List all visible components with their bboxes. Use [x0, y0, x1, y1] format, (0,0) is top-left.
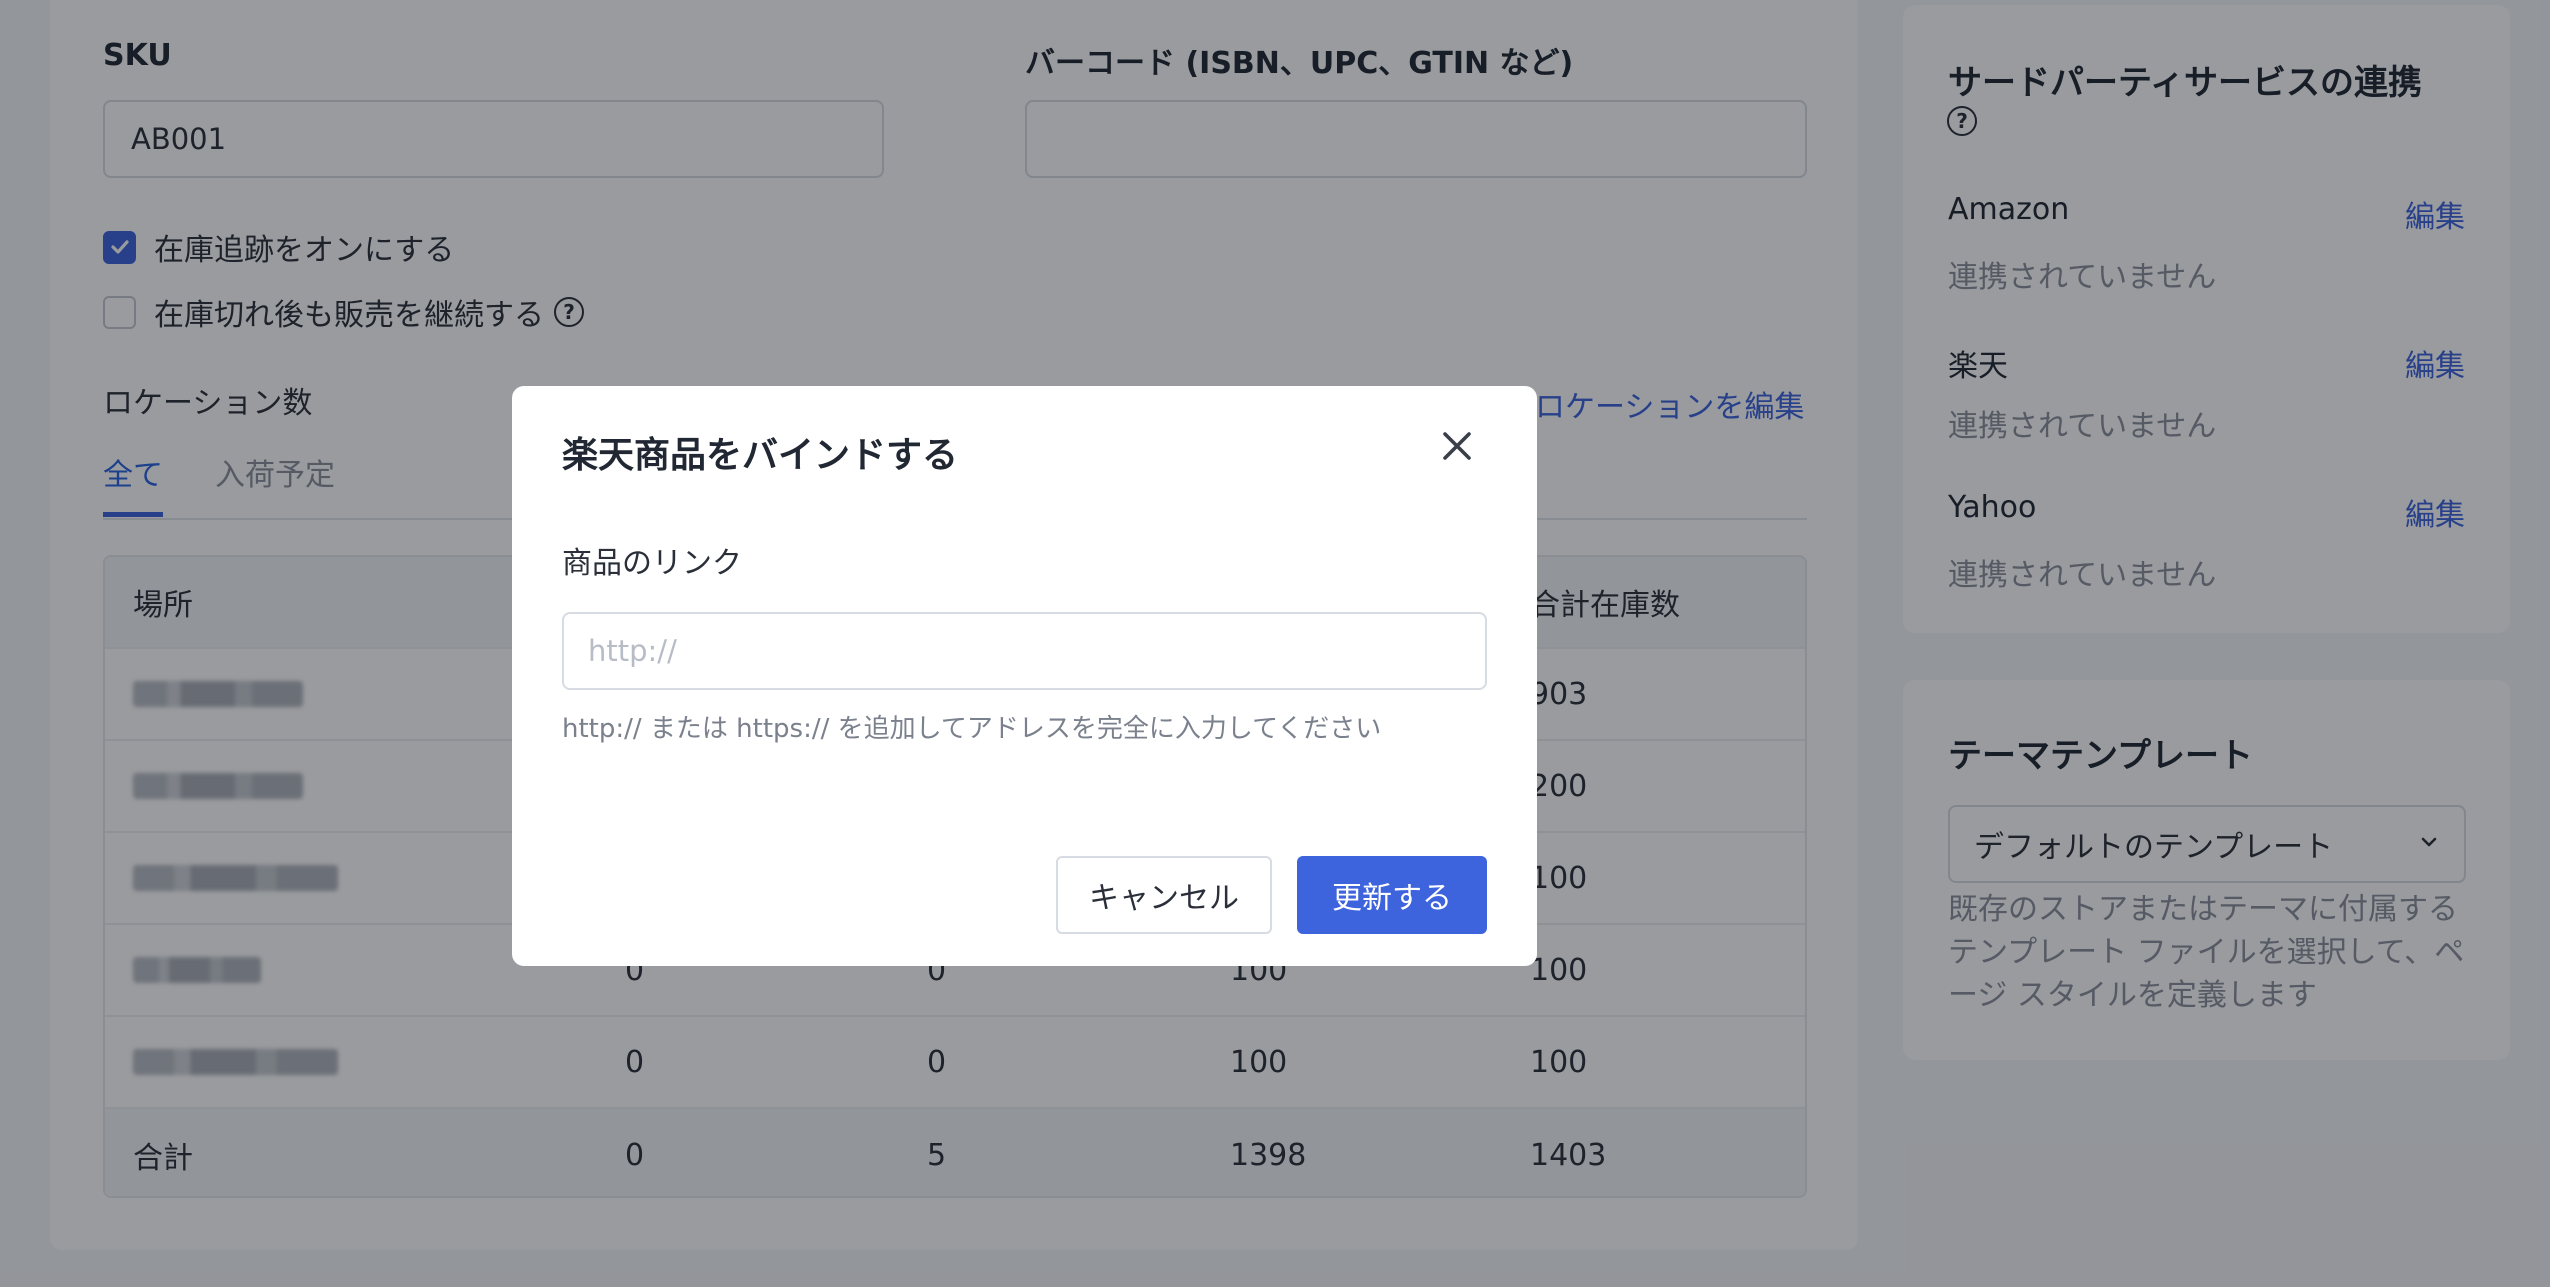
close-icon[interactable]: [1437, 426, 1477, 466]
product-link-input[interactable]: [562, 612, 1487, 690]
cancel-button[interactable]: キャンセル: [1056, 856, 1272, 934]
bind-product-dialog: 楽天商品をバインドする 商品のリンク http:// または https:// …: [512, 386, 1537, 966]
product-link-label: 商品のリンク: [562, 546, 742, 581]
update-button[interactable]: 更新する: [1297, 856, 1487, 934]
dialog-title: 楽天商品をバインドする: [562, 435, 959, 476]
product-link-hint: http:// または https:// を追加してアドレスを完全に入力してくだ…: [562, 714, 1382, 744]
